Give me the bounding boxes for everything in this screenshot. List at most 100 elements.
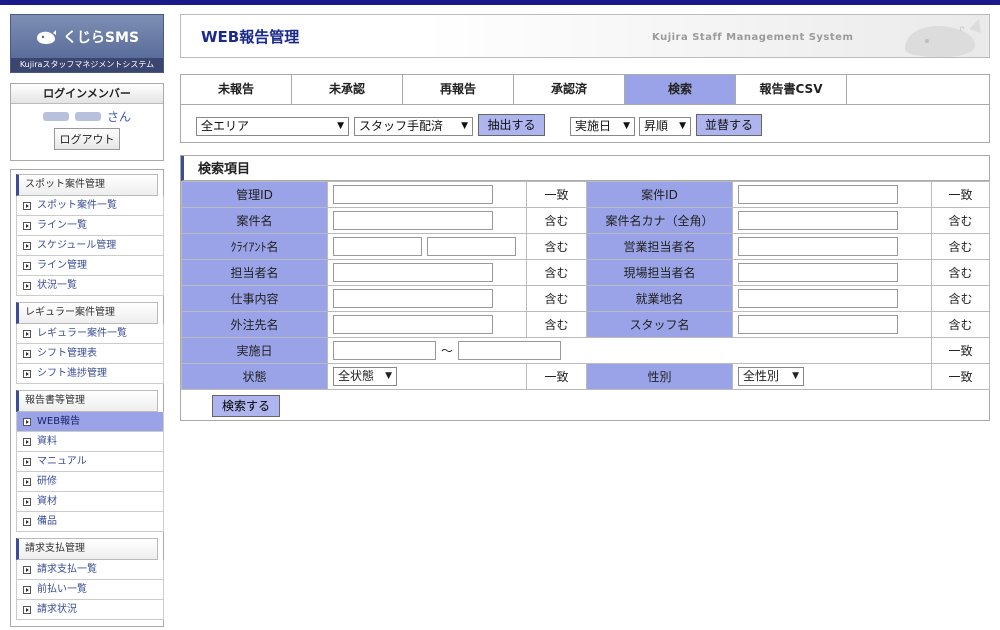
extract-button[interactable]: 抽出する (478, 114, 545, 136)
text-input[interactable] (333, 315, 493, 334)
tab[interactable]: 報告書CSV (736, 75, 847, 104)
date-to-input[interactable] (458, 341, 561, 360)
chevron-down-icon: ▼ (679, 121, 686, 131)
sidebar-item[interactable]: 状況一覧 (16, 276, 164, 296)
sidebar-item-label: 前払い一覧 (37, 584, 87, 595)
arrow-bullet-icon (23, 261, 31, 270)
text-input[interactable] (738, 263, 898, 282)
login-title: ログインメンバー (11, 84, 163, 104)
sidebar-item[interactable]: ライン管理 (16, 256, 164, 276)
field-input-cell (327, 285, 527, 312)
search-title: 検索項目 (181, 156, 989, 181)
field-label: 案件名 (181, 207, 328, 234)
match-mode: 含む (526, 207, 587, 234)
match-mode: 一致 (931, 337, 990, 364)
sidebar-item-label: 備品 (37, 516, 57, 527)
sidebar-item[interactable]: 研修 (16, 472, 164, 492)
text-input[interactable] (738, 237, 898, 256)
status-select[interactable]: 全状態 ▼ (333, 367, 397, 386)
field-label: スタッフ名 (586, 311, 733, 338)
table-row: 担当者名 含む 現場担当者名 含む (181, 259, 990, 286)
sidebar-item-label: シフト管理表 (37, 348, 97, 359)
user-name-redacted (42, 111, 69, 121)
menu-group-title: レギュラー案件管理 (16, 302, 158, 324)
page-title: WEB報告管理 (201, 28, 300, 46)
tab[interactable]: 再報告 (403, 75, 514, 104)
sidebar-item[interactable]: 備品 (16, 512, 164, 532)
text-input[interactable] (333, 237, 422, 256)
match-mode: 含む (526, 311, 587, 338)
text-input[interactable] (738, 315, 898, 334)
text-input[interactable] (738, 289, 898, 308)
whale-decoration-icon (905, 19, 981, 57)
date-from-input[interactable] (333, 341, 436, 360)
sidebar-item[interactable]: スポット案件一覧 (16, 196, 164, 216)
field-input-cell (327, 207, 527, 234)
sidebar-item[interactable]: シフト進捗管理 (16, 364, 164, 384)
field-label: 性別 (586, 363, 733, 390)
chevron-down-icon: ▼ (623, 121, 630, 131)
field-input-cell (732, 285, 932, 312)
sidebar-item[interactable]: 資料 (16, 432, 164, 452)
text-input[interactable] (333, 211, 493, 230)
search-submit-button[interactable]: 検索する (212, 395, 280, 417)
sort-order-select[interactable]: 昇順 ▼ (639, 117, 691, 136)
user-name-redacted (74, 111, 101, 121)
sidebar-item[interactable]: 請求状況 (16, 600, 164, 620)
sidebar-item[interactable]: 請求支払一覧 (16, 560, 164, 580)
field-label: 案件ID (586, 181, 733, 208)
sidebar-item[interactable]: 資材 (16, 492, 164, 512)
menu-group: レギュラー案件管理レギュラー案件一覧 シフト管理表 シフト進捗管理 (11, 302, 164, 384)
tab[interactable]: 未承認 (292, 75, 403, 104)
field-label: 実施日 (181, 337, 328, 364)
text-input[interactable] (738, 211, 898, 230)
text-input[interactable] (333, 263, 493, 282)
field-label: 管理ID (181, 181, 328, 208)
area-select[interactable]: 全エリア ▼ (196, 117, 349, 136)
sidebar-item-label: スケジュール管理 (37, 240, 117, 251)
system-name: Kujira Staff Management System (652, 32, 854, 43)
sidebar-item[interactable]: スケジュール管理 (16, 236, 164, 256)
text-input[interactable] (738, 185, 898, 204)
text-input[interactable] (333, 185, 493, 204)
tab[interactable]: 承認済 (514, 75, 625, 104)
login-user: さん (11, 107, 163, 125)
table-row: 仕事内容 含む 就業地名 含む (181, 285, 990, 312)
tab[interactable]: 検索 (625, 75, 736, 104)
sidebar-item[interactable]: シフト管理表 (16, 344, 164, 364)
table-row: 状態 全状態 ▼ 一致 性別 全性別 ▼ 一致 (181, 363, 990, 390)
sidebar-item[interactable]: WEB報告 (16, 412, 164, 432)
app-logo[interactable]: くじらSMS Kujiraスタッフマネジメントシステム (10, 14, 164, 73)
field-input-cell (327, 311, 527, 338)
sort-key-select[interactable]: 実施日 ▼ (570, 117, 635, 136)
sidebar-item-label: 研修 (37, 476, 57, 487)
sidebar-menu: スポット案件管理 スポット案件一覧 ライン一覧 スケジュール管理 ライン管理 状況一覧 レギ… (10, 169, 164, 627)
table-row: 案件名 含む 案件名カナ（全角） 含む (181, 207, 990, 234)
menu-group-title: 報告書等管理 (16, 390, 158, 412)
arrow-bullet-icon (23, 241, 31, 250)
sidebar-item-label: ライン一覧 (37, 220, 87, 231)
arrow-bullet-icon (23, 457, 31, 466)
logout-button[interactable]: ログアウト (54, 128, 120, 150)
sidebar-item[interactable]: レギュラー案件一覧 (16, 324, 164, 344)
search-panel: 検索項目 管理ID 一致 案件ID 一致 案件名 含む 案件名カナ（全角） 含む ｸﾗｲｱﾝﾄ名… (180, 155, 990, 421)
table-row: 管理ID 一致 案件ID 一致 (181, 181, 990, 208)
sidebar-item-label: シフト進捗管理 (37, 368, 107, 379)
field-label: 就業地名 (586, 285, 733, 312)
gender-select[interactable]: 全性別 ▼ (738, 367, 804, 386)
tab[interactable]: 未報告 (181, 75, 292, 104)
menu-group: スポット案件管理 スポット案件一覧 ライン一覧 スケジュール管理 ライン管理 状況一覧 (11, 174, 164, 296)
text-input[interactable] (427, 237, 516, 256)
text-input[interactable] (333, 289, 493, 308)
sidebar-item-label: レギュラー案件一覧 (37, 328, 127, 339)
sidebar-item-label: 請求支払一覧 (37, 564, 97, 575)
sidebar-item-label: マニュアル (37, 456, 87, 467)
sidebar-item[interactable]: マニュアル (16, 452, 164, 472)
field-label: 案件名カナ（全角） (586, 207, 733, 234)
field-label: 担当者名 (181, 259, 328, 286)
sidebar-item[interactable]: ライン一覧 (16, 216, 164, 236)
match-mode: 含む (931, 259, 990, 286)
sidebar-item[interactable]: 前払い一覧 (16, 580, 164, 600)
sort-button[interactable]: 並替する (696, 114, 762, 136)
staff-status-select[interactable]: スタッフ手配済 ▼ (354, 117, 473, 136)
